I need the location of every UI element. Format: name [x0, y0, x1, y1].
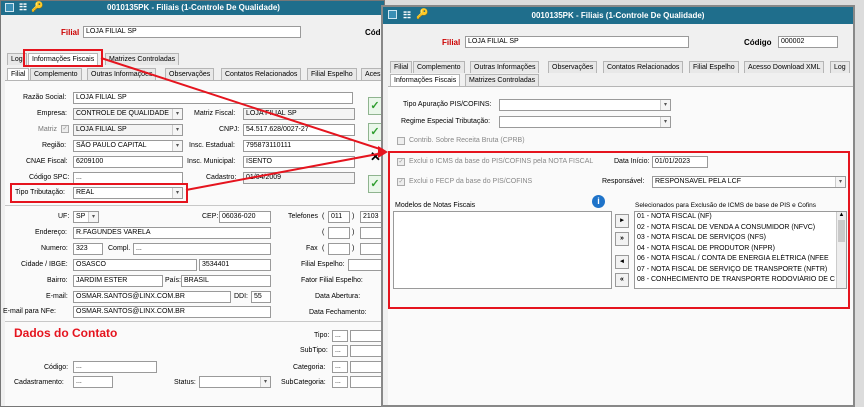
arrow-line-tributacao [185, 152, 384, 191]
annotation-arrows [100, 57, 388, 191]
arrow-line-tab [100, 57, 384, 151]
arrow-head [378, 146, 388, 158]
